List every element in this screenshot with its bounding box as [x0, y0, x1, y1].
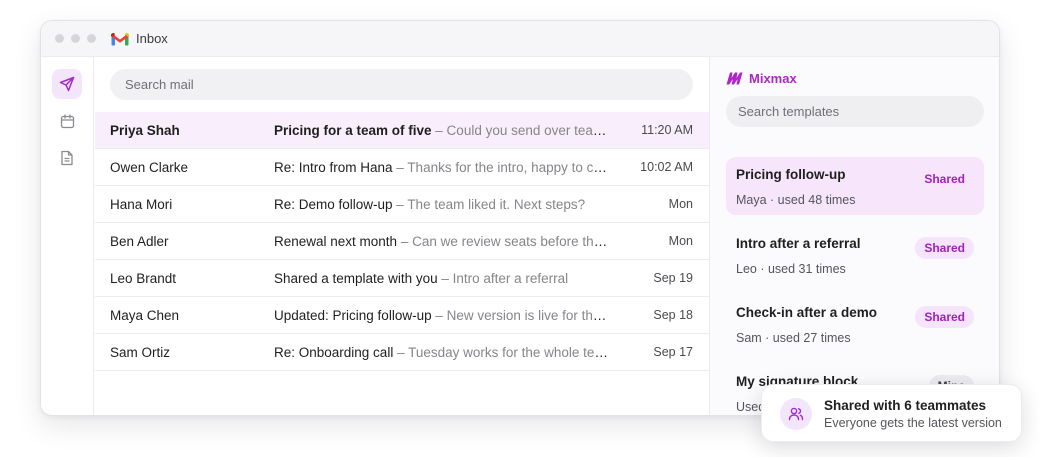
left-rail	[41, 57, 94, 415]
mixmax-panel: Mixmax Search templates Pricing follow-u…	[709, 57, 999, 415]
email-preview: Re: Onboarding call – Tuesday works for …	[274, 345, 608, 360]
template-title: Pricing follow-up	[736, 167, 846, 182]
search-templates-input[interactable]: Search templates	[726, 96, 984, 127]
email-row[interactable]: Leo Brandt Shared a template with you – I…	[95, 260, 709, 297]
email-sender: Hana Mori	[110, 196, 173, 212]
email-time: Mon	[668, 197, 693, 211]
email-row[interactable]: Priya Shah Pricing for a team of five – C…	[95, 112, 709, 149]
email-snippet: – Can we review seats before then?	[397, 233, 608, 249]
email-sender: Priya Shah	[110, 122, 180, 138]
template-meta: Maya · used 48 times	[736, 193, 856, 207]
email-time: 11:20 AM	[641, 123, 693, 137]
email-time: Sep 19	[653, 271, 693, 285]
email-row[interactable]: Hana Mori Re: Demo follow-up – The team l…	[95, 186, 709, 223]
email-sender: Sam Ortiz	[110, 344, 171, 360]
minimize-window-button[interactable]	[71, 34, 80, 43]
toast-subtitle: Everyone gets the latest version	[824, 416, 1002, 430]
close-window-button[interactable]	[55, 34, 64, 43]
email-snippet: – New version is live for the team	[435, 307, 608, 323]
template-card[interactable]: Intro after a referral Leo · used 31 time…	[726, 226, 984, 284]
email-sender: Leo Brandt	[110, 270, 177, 286]
send-icon	[59, 76, 75, 92]
window-controls	[55, 34, 96, 43]
email-preview: Renewal next month – Can we review seats…	[274, 234, 608, 249]
email-time: 10:02 AM	[640, 160, 693, 174]
window-title: Inbox	[136, 31, 168, 46]
email-snippet: – The team liked it. Next steps?	[392, 196, 586, 212]
template-card[interactable]: Check-in after a demo Sam · used 27 times…	[726, 295, 984, 353]
email-time: Sep 18	[653, 308, 693, 322]
email-sender: Ben Adler	[110, 233, 169, 249]
gmail-logo-icon	[111, 32, 129, 45]
email-subject: Re: Onboarding call	[274, 344, 394, 360]
template-title: Intro after a referral	[736, 236, 861, 251]
calendar-icon	[60, 113, 74, 128]
email-preview: Shared a template with you – Intro after…	[274, 271, 608, 286]
template-title: Check-in after a demo	[736, 305, 878, 320]
email-time: Mon	[668, 234, 693, 248]
email-snippet: – Tuesday works for the whole team	[393, 344, 608, 360]
email-subject: Re: Intro from Hana	[274, 159, 393, 175]
mixmax-brand: Mixmax	[749, 71, 797, 86]
email-snippet: – Thanks for the intro, happy to chat	[392, 159, 608, 175]
toast-title: Shared with 6 teammates	[824, 398, 987, 413]
template-badge: Shared	[915, 306, 974, 328]
email-preview: Re: Intro from Hana – Thanks for the int…	[274, 160, 608, 175]
email-sender: Owen Clarke	[110, 159, 189, 175]
mixmax-header: Mixmax	[726, 71, 797, 86]
email-subject: Renewal next month	[274, 233, 398, 249]
email-preview: Re: Demo follow-up – The team liked it. …	[274, 197, 608, 212]
email-time: Sep 17	[653, 345, 693, 359]
email-snippet: – Intro after a referral	[437, 270, 569, 286]
share-toast: Shared with 6 teammates Everyone gets th…	[761, 384, 1022, 442]
email-snippet: – Could you send over team pricing?	[435, 122, 608, 138]
document-icon	[61, 150, 73, 166]
template-meta: Leo · used 31 times	[736, 262, 846, 276]
email-subject: Pricing for a team of five	[274, 122, 432, 138]
search-mail-input[interactable]: Search mail	[110, 69, 693, 100]
email-row[interactable]: Ben Adler Renewal next month – Can we rev…	[95, 223, 709, 260]
email-subject: Shared a template with you	[274, 270, 438, 286]
mixmax-logo-icon	[726, 72, 743, 85]
title-bar: Inbox	[41, 21, 999, 57]
email-subject: Updated: Pricing follow-up	[274, 307, 432, 323]
mail-list-pane: Search mail Priya Shah Pricing for a team…	[95, 57, 709, 415]
email-row[interactable]: Owen Clarke Re: Intro from Hana – Thanks …	[95, 149, 709, 186]
template-badge: Shared	[924, 172, 965, 186]
email-list: Priya Shah Pricing for a team of five – C…	[95, 112, 709, 371]
calendar-button[interactable]	[52, 106, 82, 136]
email-row[interactable]: Sam Ortiz Re: Onboarding call – Tuesday w…	[95, 334, 709, 371]
document-button[interactable]	[52, 143, 82, 173]
email-subject: Re: Demo follow-up	[274, 196, 393, 212]
template-badge: Shared	[915, 237, 974, 259]
send-button[interactable]	[52, 69, 82, 99]
maximize-window-button[interactable]	[87, 34, 96, 43]
email-row[interactable]: Maya Chen Updated: Pricing follow-up – Ne…	[95, 297, 709, 334]
email-preview: Updated: Pricing follow-up – New version…	[274, 308, 608, 323]
template-card[interactable]: Pricing follow-up Maya · used 48 times Sha…	[726, 157, 984, 215]
mail-window: Inbox Search mail Priya Shah Pricing for…	[40, 20, 1000, 416]
email-sender: Maya Chen	[110, 307, 180, 323]
team-icon	[780, 398, 812, 430]
template-meta: Sam · used 27 times	[736, 331, 851, 345]
email-preview: Pricing for a team of five – Could you s…	[274, 123, 608, 138]
